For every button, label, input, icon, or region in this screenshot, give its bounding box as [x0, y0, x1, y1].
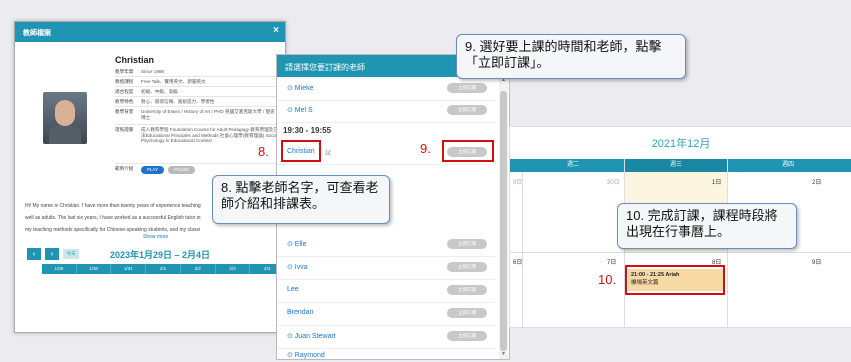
teacher-row: ⊙ Ivva 立即訂課: [277, 256, 495, 280]
show-more-link[interactable]: Show more: [143, 234, 168, 240]
calendar-title: 2021年12月: [651, 138, 711, 150]
book-now-button[interactable]: 立即訂課: [447, 83, 487, 93]
highlight-event: [625, 265, 725, 295]
highlight-book-button: [442, 140, 494, 162]
close-icon[interactable]: ×: [273, 25, 279, 36]
date-label: 2日: [812, 180, 822, 186]
date-label: 9日: [812, 260, 822, 266]
info-row-background: 教學背景 University of Essex / History of Art…: [115, 107, 280, 125]
teacher-row: ⊙ Juan Stewart 立即訂課: [277, 325, 495, 349]
teacher-row: Brendan 立即訂課: [277, 302, 495, 326]
scroll-down-icon[interactable]: ▼: [500, 351, 507, 357]
book-now-button[interactable]: 立即訂課: [447, 105, 487, 115]
next-week-button[interactable]: ›: [45, 248, 59, 260]
book-now-button[interactable]: 立即訂課: [447, 239, 487, 249]
book-now-button[interactable]: 立即訂課: [447, 308, 487, 318]
info-row-certificates: 證照證書 成人教育學程 Foundation Course for Adult P…: [115, 125, 280, 164]
teacher-link[interactable]: ⊙ Ivva: [287, 263, 308, 271]
time-slot-heading: 19:30 - 19:55: [283, 126, 332, 135]
callout-step-9: 9. 選好要上課的時間和老師，點擊「立即訂課」。: [456, 34, 686, 79]
date-label: 6日: [513, 260, 523, 266]
play-button[interactable]: PLAY: [141, 166, 165, 174]
teacher-row: ⊙ Mieke 立即訂課: [277, 77, 495, 101]
teacher-link[interactable]: Lee: [287, 286, 299, 293]
date-label: 30日: [607, 180, 620, 186]
panel-title: 請選擇您要訂課的老師: [285, 63, 365, 72]
book-now-button[interactable]: 立即訂課: [447, 262, 487, 272]
teacher-link[interactable]: Brendan: [287, 309, 313, 316]
info-row-courses: 教授課程 Free Talk、實用英文、新聞英文: [115, 77, 280, 87]
teacher-name: Christian: [115, 55, 155, 65]
calendar-weekday-header: 週二 週三 週四: [510, 159, 851, 172]
modal-title: 教師檔案: [23, 30, 51, 37]
scrollbar[interactable]: ▲ ▼: [499, 77, 508, 359]
weekday-thu: 週四: [781, 162, 794, 168]
today-button[interactable]: 今天: [63, 249, 79, 259]
teacher-link[interactable]: ⊙ Juan Stewart: [287, 332, 336, 340]
scrollbar-thumb[interactable]: [500, 91, 507, 351]
teacher-photo: [43, 92, 87, 144]
book-now-button[interactable]: 立即訂課: [447, 331, 487, 341]
day-label: 2/2: [181, 264, 216, 274]
weekday-wed: 週三: [625, 159, 727, 172]
info-row-level: 適合程度 初級、中級、高級: [115, 87, 280, 97]
prev-week-button[interactable]: ‹: [27, 248, 41, 260]
day-label: 1/29: [42, 264, 77, 274]
teacher-row: ⊙ Raymond: [277, 348, 495, 359]
step-8-marker: 8.: [258, 144, 269, 159]
teacher-link[interactable]: ⊙ Mel S: [287, 106, 313, 114]
week-days-header: 1/29 1/30 1/31 2/1 2/2 2/3 2/4: [42, 264, 285, 274]
day-label: 2/1: [146, 264, 181, 274]
date-label: 9日: [513, 180, 523, 186]
trial-badge: 試: [325, 151, 332, 157]
day-label: 1/31: [111, 264, 147, 274]
teacher-link[interactable]: ⊙ Raymond: [287, 351, 325, 359]
teacher-row: Lee 立即訂課: [277, 279, 495, 303]
info-row-features: 教學特色 耐心、值得信賴、富創造力、學者性: [115, 97, 280, 107]
date-label: 7日: [607, 260, 617, 266]
teacher-link[interactable]: ⊙ Elle: [287, 240, 306, 248]
teacher-row: ⊙ Mel S 立即訂課: [277, 99, 495, 123]
step-10-marker: 10.: [598, 272, 617, 287]
info-row-years: 教學年資 Since 1998: [115, 67, 280, 77]
callout-step-8: 8. 點擊老師名字，可查看老師介紹和排課表。: [212, 175, 390, 224]
book-now-button[interactable]: 立即訂課: [447, 285, 487, 295]
step-9-marker: 9.: [420, 141, 431, 156]
day-label: 1/30: [77, 264, 112, 274]
day-label: 2/3: [216, 264, 251, 274]
pause-button[interactable]: PAUSE: [168, 166, 196, 174]
teacher-row: ⊙ Elle 立即訂課: [277, 233, 495, 257]
callout-step-10: 10. 完成訂課，課程時段將出現在行事曆上。: [617, 203, 797, 249]
weekday-tue: 週二: [566, 162, 579, 168]
teacher-link[interactable]: ⊙ Mieke: [287, 84, 313, 92]
date-label: 1日: [712, 180, 722, 186]
highlight-christian: [281, 140, 321, 162]
week-range: 2023年1月29日 – 2月4日: [110, 250, 211, 260]
modal-header: 教師檔案 ×: [15, 22, 285, 42]
